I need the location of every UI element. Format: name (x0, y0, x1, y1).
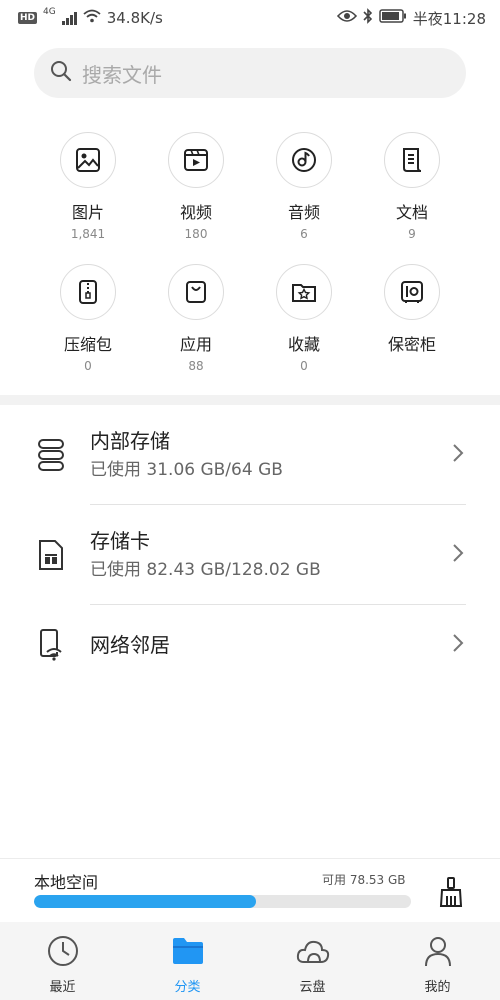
safe-icon (384, 264, 440, 320)
local-space-title: 本地空间 (34, 873, 99, 892)
category-safe[interactable]: 保密柜 (358, 264, 466, 373)
search-input[interactable]: 搜索文件 (34, 48, 466, 98)
category-documents[interactable]: 文档 9 (358, 132, 466, 241)
storage-title: 内部存储 (90, 429, 170, 453)
category-label: 音频 (287, 203, 320, 222)
person-icon (421, 934, 455, 968)
search-icon (50, 60, 72, 86)
star-folder-icon (276, 264, 332, 320)
network-phone-icon (34, 625, 68, 665)
image-icon (60, 132, 116, 188)
network-type: 4G (43, 7, 56, 17)
document-icon (384, 132, 440, 188)
bottom-nav: 最近 分类 云盘 我的 (0, 922, 500, 1000)
server-icon (34, 435, 68, 475)
status-right: 半夜11:28 (336, 8, 486, 29)
category-count: 180 (184, 227, 208, 241)
status-bar: HD 4G 34.8K/s 半夜11:28 (0, 0, 500, 36)
category-count: 0 (84, 359, 92, 373)
battery-icon (379, 9, 407, 27)
status-left: HD 4G 34.8K/s (18, 7, 163, 27)
section-divider (0, 395, 500, 405)
category-label: 图片 (71, 203, 104, 222)
sd-card-item[interactable]: 存储卡 已使用 82.43 GB/128.02 GB (0, 505, 500, 605)
local-space-panel: 本地空间 可用 78.53 GB (0, 858, 500, 922)
sd-card-icon (34, 535, 68, 575)
category-count: 6 (300, 227, 308, 241)
nav-categories[interactable]: 分类 (125, 922, 250, 1000)
nav-recent[interactable]: 最近 (0, 922, 125, 1000)
storage-title: 网络邻居 (90, 633, 170, 657)
cleanup-button[interactable] (436, 875, 466, 909)
category-count: 88 (188, 359, 204, 373)
nav-label: 我的 (424, 980, 451, 995)
signal-icon (61, 11, 77, 25)
eye-icon (336, 9, 357, 27)
category-images[interactable]: 图片 1,841 (34, 132, 142, 241)
category-audio[interactable]: 音频 6 (250, 132, 358, 241)
category-count: 9 (408, 227, 416, 241)
storage-list: 内部存储 已使用 31.06 GB/64 GB 存储卡 已使用 82.43 GB… (0, 405, 500, 685)
network-neighborhood-item[interactable]: 网络邻居 (0, 605, 500, 685)
category-label: 应用 (179, 335, 212, 354)
storage-usage: 已使用 82.43 GB/128.02 GB (90, 560, 321, 580)
storage-usage: 已使用 31.06 GB/64 GB (90, 460, 283, 480)
nav-label: 最近 (49, 980, 76, 995)
chevron-right-icon (452, 443, 464, 467)
clock-time: 半夜11:28 (412, 9, 486, 28)
network-speed: 34.8K/s (106, 9, 163, 27)
clock-icon (46, 934, 80, 968)
free-space-text: 可用 78.53 GB (322, 873, 406, 887)
category-label: 视频 (179, 203, 212, 222)
category-label: 收藏 (287, 335, 320, 354)
internal-storage-item[interactable]: 内部存储 已使用 31.06 GB/64 GB (0, 405, 500, 505)
category-count: 1,841 (70, 227, 106, 241)
space-progress-fill (34, 895, 257, 908)
folder-icon (171, 934, 205, 968)
nav-cloud[interactable]: 云盘 (250, 922, 375, 1000)
space-progress-bar (34, 895, 411, 908)
video-icon (168, 132, 224, 188)
nav-label: 分类 (174, 980, 201, 995)
category-label: 保密柜 (387, 335, 436, 354)
storage-title: 存储卡 (90, 529, 150, 553)
search-placeholder: 搜索文件 (82, 62, 162, 87)
category-favorites[interactable]: 收藏 0 (250, 264, 358, 373)
category-label: 压缩包 (63, 335, 112, 354)
cloud-icon (296, 934, 330, 968)
nav-label: 云盘 (299, 980, 326, 995)
category-grid: 图片 1,841 视频 180 音频 6 文档 9 压缩包 0 应用 88 收藏… (34, 132, 466, 373)
category-apps[interactable]: 应用 88 (142, 264, 250, 373)
category-videos[interactable]: 视频 180 (142, 132, 250, 241)
category-label: 文档 (395, 203, 428, 222)
category-archives[interactable]: 压缩包 0 (34, 264, 142, 373)
chevron-right-icon (452, 543, 464, 567)
bluetooth-icon (363, 8, 373, 28)
broom-icon (439, 877, 463, 907)
shopping-bag-icon (168, 264, 224, 320)
nav-mine[interactable]: 我的 (375, 922, 500, 1000)
wifi-icon (83, 9, 101, 27)
hd-badge: HD (18, 12, 38, 24)
category-count: 0 (300, 359, 308, 373)
zip-icon (60, 264, 116, 320)
chevron-right-icon (452, 633, 464, 657)
music-icon (276, 132, 332, 188)
